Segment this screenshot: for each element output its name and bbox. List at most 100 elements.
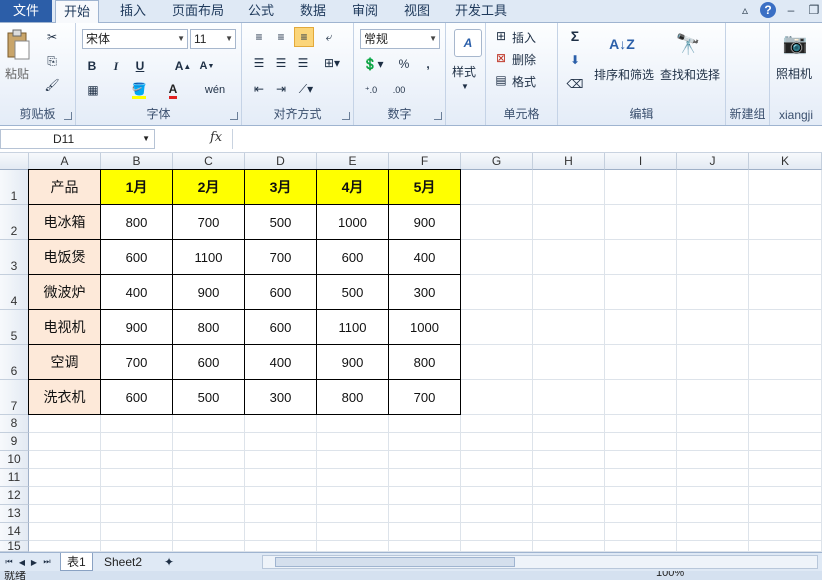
cell-f8[interactable] (389, 415, 461, 433)
scrollbar-thumb[interactable] (275, 557, 515, 567)
select-all-corner[interactable] (0, 153, 29, 170)
cell-i6[interactable] (605, 345, 677, 380)
cell-b10[interactable] (101, 451, 173, 469)
cell-g8[interactable] (461, 415, 533, 433)
tab-insert[interactable]: 插入 (120, 0, 146, 22)
cell-d13[interactable] (245, 505, 317, 523)
cell-a4[interactable]: 微波炉 (28, 274, 101, 310)
cell-h7[interactable] (533, 380, 605, 415)
cell-g12[interactable] (461, 487, 533, 505)
cell-h13[interactable] (533, 505, 605, 523)
insert-sheet-icon[interactable]: ✦ (160, 555, 178, 569)
cell-i1[interactable] (605, 170, 677, 205)
merge-center-icon[interactable]: ⊞▾ (320, 55, 344, 71)
cell-j6[interactable] (677, 345, 749, 380)
row-header-6[interactable]: 6 (0, 345, 29, 380)
column-header-d[interactable]: D (245, 153, 317, 170)
styles-icon[interactable]: A (454, 29, 482, 57)
cell-c5[interactable]: 800 (172, 309, 245, 345)
alignment-launcher-icon[interactable] (342, 112, 350, 120)
cell-j14[interactable] (677, 523, 749, 541)
styles-label[interactable]: 样式 (452, 63, 476, 80)
cell-d5[interactable]: 600 (244, 309, 317, 345)
cell-d4[interactable]: 600 (244, 274, 317, 310)
cell-h10[interactable] (533, 451, 605, 469)
cell-g15[interactable] (461, 541, 533, 552)
decrease-indent-icon[interactable]: ⇤ (250, 81, 268, 97)
align-center-icon[interactable]: ☰ (272, 55, 290, 71)
sheet-tab-1[interactable]: 表1 (60, 553, 93, 571)
cell-a6[interactable]: 空调 (28, 344, 101, 380)
cell-j5[interactable] (677, 310, 749, 345)
wrap-text-icon[interactable]: ⤶ (320, 29, 338, 45)
cell-g4[interactable] (461, 275, 533, 310)
row-header-1[interactable]: 1 (0, 170, 29, 205)
cell-k9[interactable] (749, 433, 822, 451)
cell-a7[interactable]: 洗衣机 (28, 379, 101, 415)
cell-f2[interactable]: 900 (388, 204, 461, 240)
row-header-11[interactable]: 11 (0, 469, 29, 487)
cell-c15[interactable] (173, 541, 245, 552)
cell-c6[interactable]: 600 (172, 344, 245, 380)
cell-b14[interactable] (101, 523, 173, 541)
insert-cells-label[interactable]: 插入 (512, 29, 536, 46)
cell-k4[interactable] (749, 275, 822, 310)
cell-a13[interactable] (29, 505, 101, 523)
column-header-e[interactable]: E (317, 153, 389, 170)
column-header-h[interactable]: H (533, 153, 605, 170)
align-bottom-icon[interactable]: ≡ (294, 27, 314, 47)
cell-j7[interactable] (677, 380, 749, 415)
cell-b7[interactable]: 600 (100, 379, 173, 415)
cell-g10[interactable] (461, 451, 533, 469)
cell-d6[interactable]: 400 (244, 344, 317, 380)
cell-a10[interactable] (29, 451, 101, 469)
clear-icon[interactable]: ⌫ (564, 75, 586, 93)
cell-i8[interactable] (605, 415, 677, 433)
cell-f11[interactable] (389, 469, 461, 487)
tab-page-layout[interactable]: 页面布局 (172, 0, 224, 22)
cell-h2[interactable] (533, 205, 605, 240)
format-cells-icon[interactable]: ▤ (494, 73, 508, 87)
cell-e1[interactable]: 4月 (316, 169, 389, 205)
cell-h15[interactable] (533, 541, 605, 552)
format-cells-label[interactable]: 格式 (512, 73, 536, 90)
cell-k3[interactable] (749, 240, 822, 275)
camera-label[interactable]: 照相机 (776, 65, 812, 82)
paste-label[interactable]: 粘贴 (5, 65, 29, 82)
cell-f5[interactable]: 1000 (388, 309, 461, 345)
formula-input[interactable] (232, 129, 822, 149)
underline-button[interactable]: U (132, 58, 148, 74)
increase-decimal-icon[interactable]: ⁺.0 (360, 81, 382, 99)
cell-j13[interactable] (677, 505, 749, 523)
cell-e7[interactable]: 800 (316, 379, 389, 415)
sort-filter-icon[interactable]: A↓Z (608, 29, 636, 59)
tab-data[interactable]: 数据 (300, 0, 326, 22)
cell-g3[interactable] (461, 240, 533, 275)
cell-a8[interactable] (29, 415, 101, 433)
orientation-icon[interactable]: ⟋▾ (294, 81, 318, 97)
cell-c7[interactable]: 500 (172, 379, 245, 415)
cell-j15[interactable] (677, 541, 749, 552)
sheet-tab-2[interactable]: Sheet2 (98, 553, 148, 571)
camera-icon[interactable]: 📷 (780, 29, 810, 57)
cell-j1[interactable] (677, 170, 749, 205)
insert-function-button[interactable]: fx (210, 130, 222, 145)
cell-j2[interactable] (677, 205, 749, 240)
cell-f12[interactable] (389, 487, 461, 505)
zoom-level[interactable]: 100% (656, 571, 684, 579)
cell-f6[interactable]: 800 (388, 344, 461, 380)
cell-h9[interactable] (533, 433, 605, 451)
cell-d2[interactable]: 500 (244, 204, 317, 240)
cell-g1[interactable] (461, 170, 533, 205)
format-painter-icon[interactable]: 🖌 (44, 77, 60, 93)
comma-button[interactable]: , (420, 56, 436, 72)
cell-a15[interactable] (29, 541, 101, 552)
cell-c4[interactable]: 900 (172, 274, 245, 310)
number-format-select[interactable]: 常规 ▼ (360, 29, 440, 49)
horizontal-scrollbar[interactable] (262, 555, 818, 569)
chevron-down-icon[interactable]: ▼ (460, 81, 470, 91)
cell-i3[interactable] (605, 240, 677, 275)
increase-indent-icon[interactable]: ⇥ (272, 81, 290, 97)
cell-b11[interactable] (101, 469, 173, 487)
help-icon[interactable]: ? (760, 2, 776, 18)
